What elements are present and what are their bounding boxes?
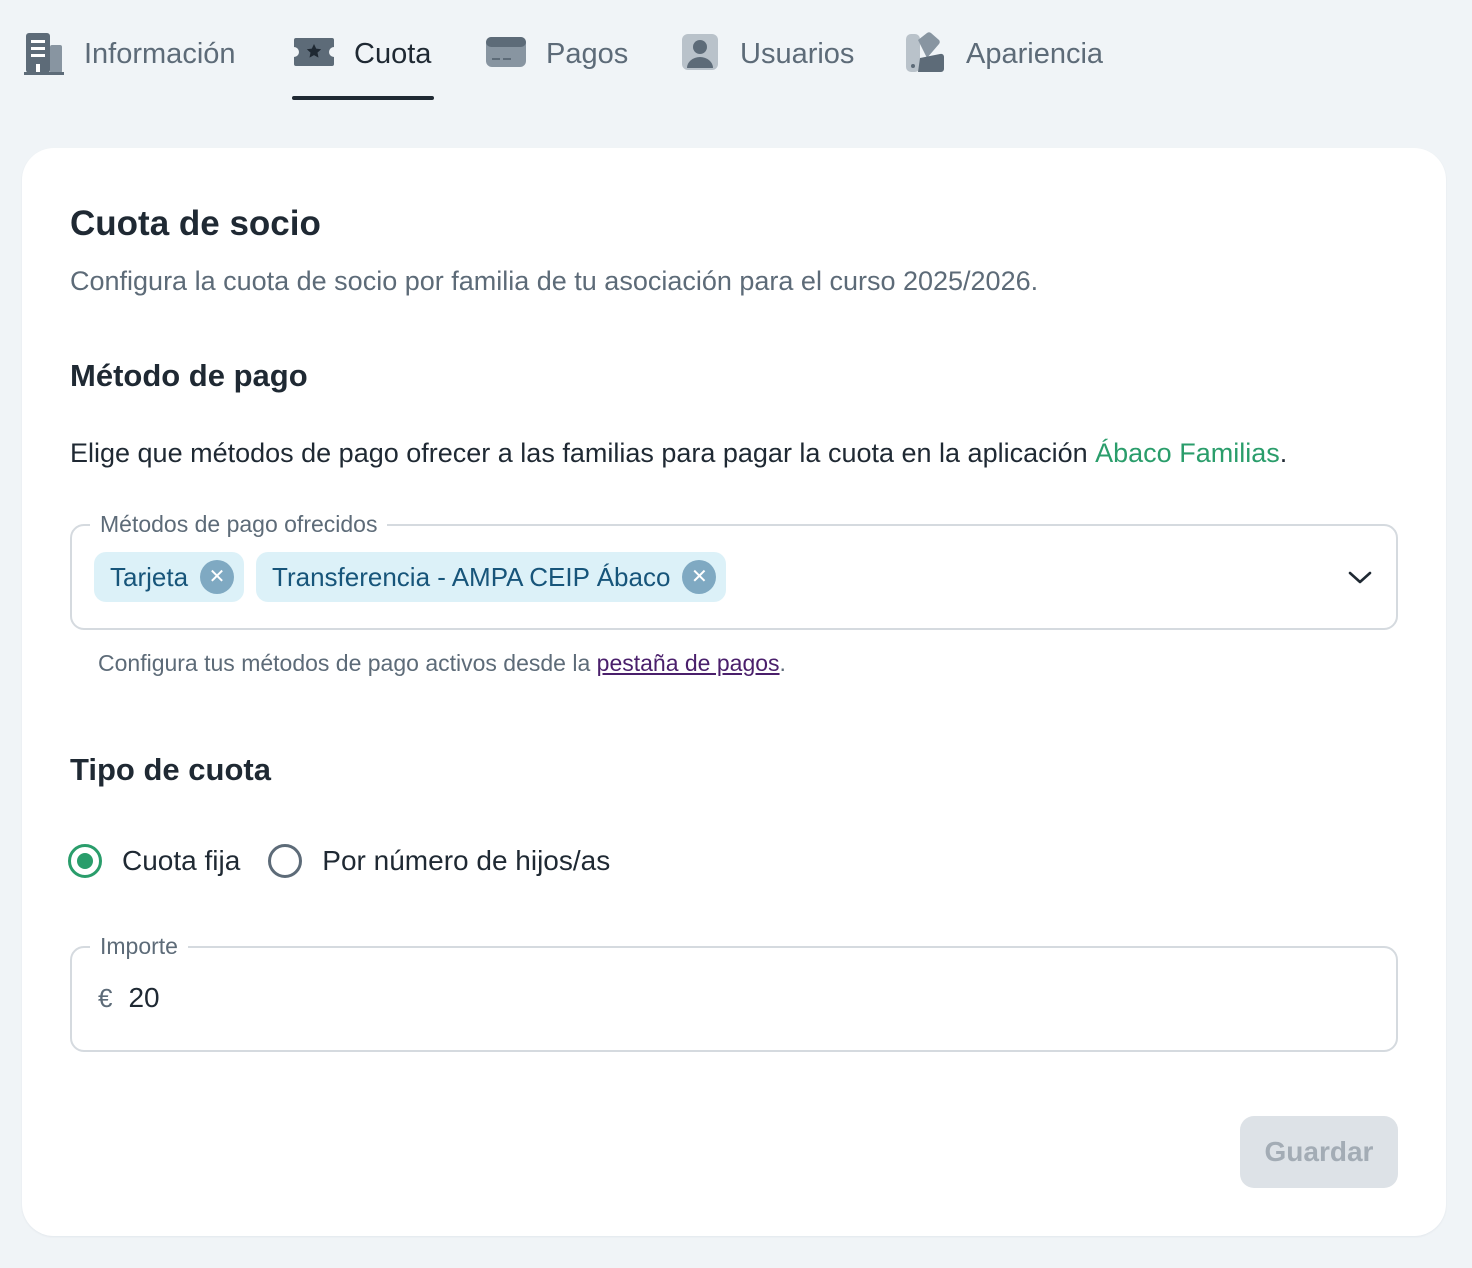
fee-type-heading: Tipo de cuota <box>70 752 271 787</box>
tab-label: Cuota <box>354 38 432 70</box>
chevron-down-icon[interactable] <box>1346 564 1374 592</box>
tab-label: Pagos <box>546 38 629 70</box>
tab-apariencia[interactable]: Apariencia <box>904 28 1103 100</box>
credit-card-icon <box>484 28 528 76</box>
currency-symbol: € <box>98 982 113 1013</box>
radio-label: Por número de hijos/as <box>322 845 611 876</box>
chip-transferencia: Transferencia - AMPA CEIP Ábaco ✕ <box>256 552 727 602</box>
payment-method-heading: Método de pago <box>70 358 308 393</box>
save-button[interactable]: Guardar <box>1240 1116 1398 1188</box>
tab-pagos[interactable]: Pagos <box>484 28 628 100</box>
tab-label: Información <box>84 38 236 70</box>
tab-cuota[interactable]: Cuota <box>292 28 434 100</box>
chip-label: Tarjeta <box>110 561 189 592</box>
close-icon[interactable]: ✕ <box>200 560 235 594</box>
field-label: Importe <box>90 931 188 961</box>
radio-por-hijos[interactable]: Por número de hijos/as <box>268 844 610 878</box>
selected-chips: Tarjeta ✕ Transferencia - AMPA CEIP Ábac… <box>94 552 727 602</box>
user-icon <box>678 28 722 76</box>
chip-tarjeta: Tarjeta ✕ <box>94 552 245 602</box>
close-icon[interactable]: ✕ <box>682 560 717 594</box>
building-icon <box>22 28 66 76</box>
payment-method-description: Elige que métodos de pago ofrecer a las … <box>70 438 1288 468</box>
radio-label: Cuota fija <box>122 845 241 876</box>
amount-value[interactable]: 20 <box>128 982 159 1014</box>
radio-cuota-fija[interactable]: Cuota fija <box>68 844 240 878</box>
fee-settings-card: Cuota de socio Configura la cuota de soc… <box>22 148 1446 1236</box>
brand-name: Ábaco Familias <box>1095 438 1280 468</box>
payments-tab-link[interactable]: pestaña de pagos <box>597 650 780 676</box>
card-title: Cuota de socio <box>70 204 321 243</box>
radio-checked-icon[interactable] <box>68 844 102 878</box>
fee-type-radio-group: Cuota fija Por número de hijos/as <box>68 844 610 878</box>
tab-label: Usuarios <box>740 38 855 70</box>
field-label: Métodos de pago ofrecidos <box>90 509 388 539</box>
payment-methods-select[interactable]: Métodos de pago ofrecidos Tarjeta ✕ Tran… <box>70 509 1398 630</box>
radio-unchecked-icon[interactable] <box>268 844 303 878</box>
amount-field[interactable]: Importe € 20 <box>70 931 1398 1052</box>
ticket-icon <box>292 28 336 76</box>
tab-informacion[interactable]: Información <box>22 28 236 100</box>
amount-input[interactable]: € 20 <box>98 982 160 1014</box>
tab-label: Apariencia <box>966 38 1104 70</box>
tab-bar: Información Cuota Pagos Usuarios Aparien… <box>0 0 1472 100</box>
tab-usuarios[interactable]: Usuarios <box>678 28 854 100</box>
card-subtitle: Configura la cuota de socio por familia … <box>70 266 1039 296</box>
payment-helper-text: Configura tus métodos de pago activos de… <box>98 650 786 676</box>
palette-icon <box>904 28 948 76</box>
chip-label: Transferencia - AMPA CEIP Ábaco <box>272 561 671 592</box>
